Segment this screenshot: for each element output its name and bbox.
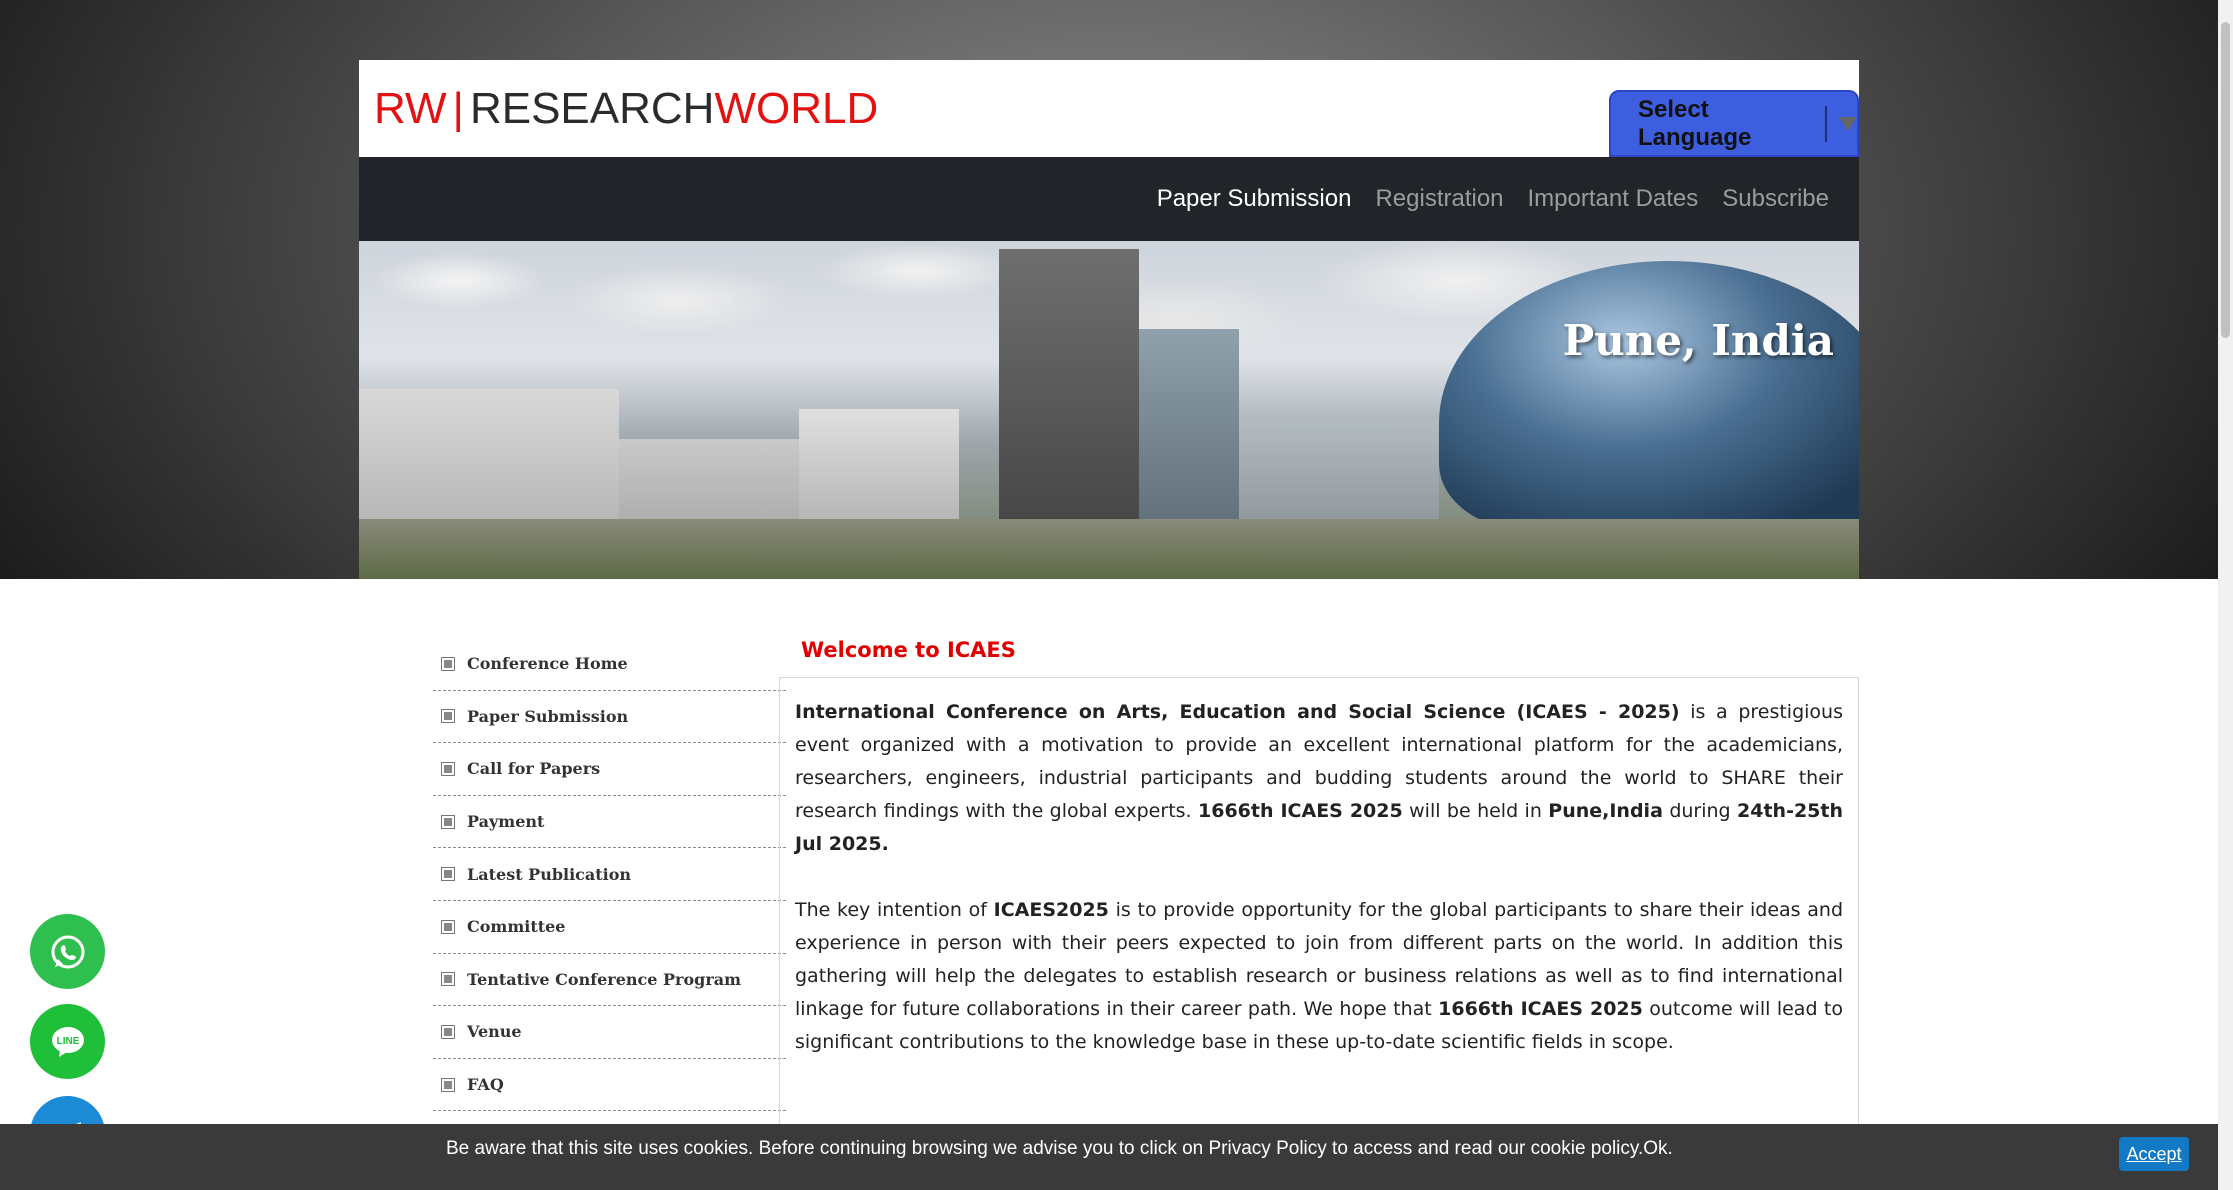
intro-text: during (1662, 800, 1738, 822)
brand-bar: RW | RESEARCHWORLD Select Language (359, 60, 1859, 157)
bullet-square-icon (441, 867, 455, 882)
select-language-divider (1825, 105, 1827, 142)
bullet-square-icon (441, 1024, 455, 1039)
sidebar-item-paper-submission[interactable]: Paper Submission (433, 691, 786, 744)
edition-label: 1666th ICAES 2025 (1198, 800, 1403, 822)
banner-ground (359, 519, 1859, 579)
whatsapp-icon (51, 935, 84, 968)
sidebar-item-tentative-program[interactable]: Tentative Conference Program (433, 954, 786, 1007)
nav-subscribe[interactable]: Subscribe (1722, 185, 1829, 213)
scrollbar-thumb[interactable] (2221, 22, 2230, 338)
sidebar-item-call-for-papers[interactable]: Call for Papers (433, 743, 786, 796)
main-navbar: Paper Submission Registration Important … (359, 157, 1859, 241)
sidebar-item-label: Venue (467, 1022, 522, 1042)
nav-registration[interactable]: Registration (1375, 185, 1503, 213)
intro-paragraph: International Conference on Arts, Educat… (795, 696, 1843, 861)
bullet-square-icon (441, 1077, 455, 1092)
sidebar-item-label: Conference Home (467, 654, 628, 674)
sidebar-item-faq[interactable]: FAQ (433, 1059, 786, 1112)
banner-title: Pune, India (1562, 316, 1834, 365)
logo-rw: RW (374, 84, 447, 133)
sidebar-item-committee[interactable]: Committee (433, 901, 786, 954)
bullet-square-icon (441, 656, 455, 671)
conference-code: ICAES2025 (993, 899, 1109, 921)
sidebar-item-label: Latest Publication (467, 864, 632, 884)
venue-label: Pune,India (1548, 800, 1663, 822)
nav-important-dates[interactable]: Important Dates (1528, 185, 1699, 213)
header-container: RW | RESEARCHWORLD Select Language Paper S… (359, 60, 1859, 579)
line-icon: LINE (51, 1026, 84, 1057)
site-logo[interactable]: RW | RESEARCHWORLD (374, 87, 878, 131)
edition-label: 1666th ICAES 2025 (1438, 998, 1643, 1020)
bullet-square-icon (441, 919, 455, 934)
logo-world: WORLD (714, 84, 879, 133)
conference-name: International Conference on Arts, Educat… (795, 701, 1680, 723)
sidebar-item-label: Committee (467, 917, 566, 937)
bullet-square-icon (441, 972, 455, 987)
page-scrollbar[interactable] (2218, 0, 2233, 1190)
cookie-consent-bar: Be aware that this site uses cookies. Be… (0, 1124, 2218, 1190)
sidebar-item-label: Tentative Conference Program (467, 969, 742, 989)
whatsapp-button[interactable] (30, 914, 105, 989)
logo-research: RESEARCH (469, 84, 715, 133)
cookie-message: Be aware that this site uses cookies. Be… (446, 1138, 1673, 1159)
line-icon-text: LINE (56, 1036, 79, 1047)
intention-text: The key intention of (795, 899, 994, 921)
sidebar-item-latest-publication[interactable]: Latest Publication (433, 848, 786, 901)
venue-banner-image: Pune, India (359, 241, 1859, 579)
sidebar-item-label: Call for Papers (467, 759, 601, 779)
sidebar-item-payment[interactable]: Payment (433, 796, 786, 849)
nav-paper-submission[interactable]: Paper Submission (1157, 185, 1352, 213)
sidebar-item-label: Payment (467, 812, 545, 832)
sidebar-item-label: FAQ (467, 1075, 504, 1095)
sidebar-item-label: Paper Submission (467, 706, 629, 726)
bullet-square-icon (441, 761, 455, 776)
sidebar-item-venue[interactable]: Venue (433, 1006, 786, 1059)
sidebar-item-conference-home[interactable]: Conference Home (433, 638, 786, 691)
welcome-content: International Conference on Arts, Educat… (779, 677, 1859, 1190)
select-language-button[interactable]: Select Language (1609, 90, 1859, 157)
line-button[interactable]: LINE (30, 1004, 105, 1079)
bullet-square-icon (441, 709, 455, 724)
select-language-label: Select Language (1638, 95, 1752, 151)
chevron-down-icon (1839, 116, 1857, 131)
page-title: Welcome to ICAES (801, 638, 1016, 662)
sidebar-menu: Conference Home Paper Submission Call fo… (433, 638, 786, 1112)
accept-cookies-button[interactable]: Accept (2119, 1137, 2189, 1171)
bullet-square-icon (441, 814, 455, 829)
logo-bar: | (452, 84, 464, 133)
intro-text: will be held in (1402, 800, 1549, 822)
intention-paragraph: The key intention of ICAES2025 is to pro… (795, 894, 1843, 1059)
